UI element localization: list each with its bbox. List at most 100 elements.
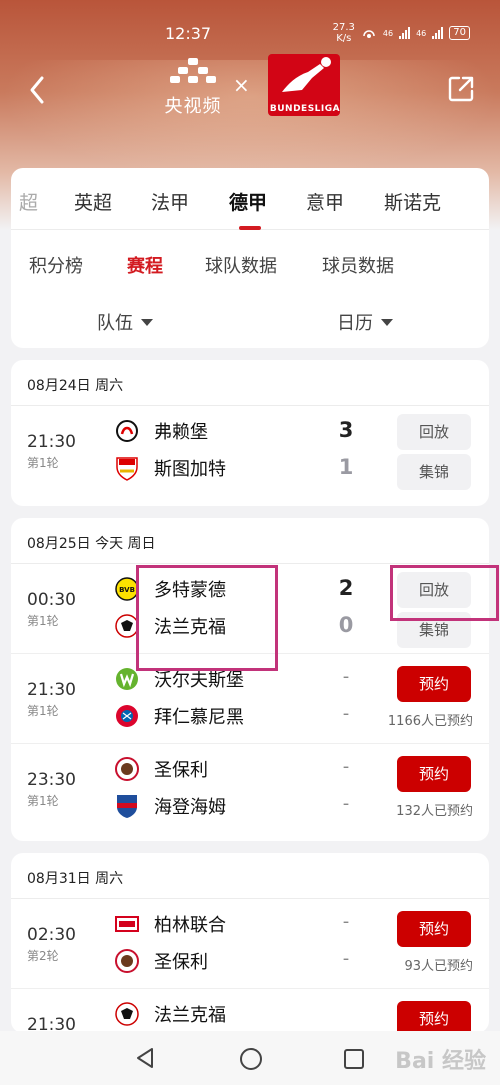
match-time: 02:30 xyxy=(27,925,76,945)
day-date: 08月24日 周六 xyxy=(11,360,489,406)
match-time: 00:30 xyxy=(27,590,76,610)
away-team: 拜仁慕尼黑 xyxy=(114,701,244,731)
away-score: 1 xyxy=(338,455,354,479)
hotspot-icon xyxy=(363,30,375,38)
away-team-name: 圣保利 xyxy=(154,952,208,973)
tab-league-snooker[interactable]: 斯诺克 xyxy=(384,188,441,215)
replay-button[interactable]: 回放 xyxy=(397,414,471,450)
away-team-name: 拜仁慕尼黑 xyxy=(154,707,244,728)
svg-text:BVB: BVB xyxy=(119,586,135,594)
tab-schedule[interactable]: 赛程 xyxy=(127,252,163,278)
day-date: 08月31日 周六 xyxy=(11,853,489,899)
reserve-count: 1166人已预约 xyxy=(387,714,473,729)
highlights-button[interactable]: 集锦 xyxy=(397,454,471,490)
st-pauli-crest-icon xyxy=(114,756,140,782)
away-score: 0 xyxy=(338,613,354,637)
home-team-name: 弗赖堡 xyxy=(154,422,208,443)
signal-icon xyxy=(399,27,411,39)
share-icon[interactable] xyxy=(446,74,476,104)
match-time: 21:30 xyxy=(27,680,76,700)
tab-standings[interactable]: 积分榜 xyxy=(29,252,83,278)
home-score: - xyxy=(342,911,350,932)
team-filter[interactable]: 队伍 xyxy=(97,309,153,335)
match-time: 21:30 xyxy=(27,432,76,452)
status-time: 12:37 xyxy=(165,24,212,43)
tab-league-premier[interactable]: 英超 xyxy=(74,188,112,215)
stuttgart-crest-icon xyxy=(114,455,140,481)
system-nav-bar: Bai 经验 xyxy=(0,1031,500,1085)
match-row[interactable]: 02:30 第2轮 柏林联合 圣保利 - - 预约 93人已预约 xyxy=(11,899,489,989)
back-arrow-icon[interactable] xyxy=(24,72,52,108)
active-tab-indicator xyxy=(239,226,261,230)
home-team-name: 柏林联合 xyxy=(154,915,226,936)
day-date: 08月25日 今天 周日 xyxy=(11,518,489,564)
net-speed-unit: K/s xyxy=(336,33,352,44)
tab-player-stats[interactable]: 球员数据 xyxy=(322,252,394,278)
day-card: 08月24日 周六 21:30 第1轮 弗赖堡 斯图加特 3 1 回放 集锦 xyxy=(11,360,489,506)
net-speed: 27.3 K/s xyxy=(333,22,355,44)
match-row[interactable]: 21:30 第1轮 弗赖堡 斯图加特 3 1 回放 集锦 xyxy=(11,406,489,496)
status-indicators: 27.3 K/s 46 46 70 xyxy=(333,22,470,44)
home-score: 3 xyxy=(338,418,354,442)
home-score: - xyxy=(342,756,350,777)
battery-icon: 70 xyxy=(449,26,470,40)
bundesliga-wordmark: BUNDESLIGA xyxy=(269,104,341,114)
match-round: 第1轮 xyxy=(27,704,59,718)
away-score: - xyxy=(342,703,350,724)
calendar-filter-label: 日历 xyxy=(337,313,373,334)
reserve-button[interactable]: 预约 xyxy=(397,756,471,792)
network-2: 46 xyxy=(416,28,427,38)
highlight-box-teams xyxy=(136,565,278,671)
reserve-count: 93人已预约 xyxy=(404,959,473,974)
reserve-button[interactable]: 预约 xyxy=(397,911,471,947)
match-round: 第2轮 xyxy=(27,949,59,963)
reserve-button[interactable]: 预约 xyxy=(397,666,471,702)
tabs-card: 超 英超 法甲 德甲 意甲 斯诺克 积分榜 赛程 球队数据 球员数据 队伍 日历 xyxy=(11,168,489,348)
away-team-name: 斯图加特 xyxy=(154,459,226,480)
home-score: - xyxy=(342,666,350,687)
calendar-filter[interactable]: 日历 xyxy=(337,309,393,335)
watermark-text: Bai 经验 xyxy=(395,1049,486,1074)
away-team: 圣保利 xyxy=(114,946,208,976)
day-card: 08月31日 周六 02:30 第2轮 柏林联合 圣保利 - - 预约 93人已… xyxy=(11,853,489,1033)
away-team: 海登海姆 xyxy=(114,791,226,821)
reserve-count: 132人已预约 xyxy=(396,804,473,819)
signal-icon-2 xyxy=(432,27,444,39)
times-symbol: × xyxy=(233,73,250,97)
status-bar: 12:37 27.3 K/s 46 46 70 xyxy=(0,0,500,48)
cctv-logo-mark xyxy=(170,58,216,83)
highlight-box-replay xyxy=(390,565,499,621)
bundesliga-player-icon xyxy=(282,57,331,92)
away-team-name: 海登海姆 xyxy=(154,797,226,818)
home-team: 弗赖堡 xyxy=(114,416,208,446)
home-score: 2 xyxy=(338,576,354,600)
match-time: 23:30 xyxy=(27,770,76,790)
home-team-name: 圣保利 xyxy=(154,760,208,781)
nav-back-icon[interactable] xyxy=(134,1046,156,1070)
tab-team-stats[interactable]: 球队数据 xyxy=(205,252,277,278)
match-row[interactable]: 21:30 法兰克福 预约 xyxy=(11,989,489,1033)
tab-league-bundesliga[interactable]: 德甲 xyxy=(229,188,267,215)
team-filter-label: 队伍 xyxy=(97,313,133,334)
away-score: - xyxy=(342,948,350,969)
tab-league-seriea[interactable]: 意甲 xyxy=(306,188,344,215)
chevron-down-icon xyxy=(141,318,153,326)
chevron-down-icon xyxy=(381,318,393,326)
reserve-button[interactable]: 预约 xyxy=(397,1001,471,1033)
match-round: 第1轮 xyxy=(27,456,59,470)
network-1: 46 xyxy=(382,28,394,38)
home-team: 柏林联合 xyxy=(114,909,226,939)
tab-league-0[interactable]: 超 xyxy=(19,188,38,215)
net-speed-value: 27.3 xyxy=(332,22,355,33)
tab-league-ligue1[interactable]: 法甲 xyxy=(151,188,189,215)
cctv-name: 央视频 xyxy=(164,96,222,117)
nav-home-icon[interactable] xyxy=(239,1047,263,1071)
freiburg-crest-icon xyxy=(114,418,140,444)
match-round: 第1轮 xyxy=(27,614,59,628)
home-team: 法兰克福 xyxy=(114,999,226,1029)
match-row[interactable]: 23:30 第1轮 圣保利 海登海姆 - - 预约 132人已预约 xyxy=(11,744,489,834)
match-round: 第1轮 xyxy=(27,794,59,808)
frankfurt-crest-icon xyxy=(114,1001,140,1027)
nav-recent-icon[interactable] xyxy=(344,1049,364,1069)
away-score: - xyxy=(342,793,350,814)
